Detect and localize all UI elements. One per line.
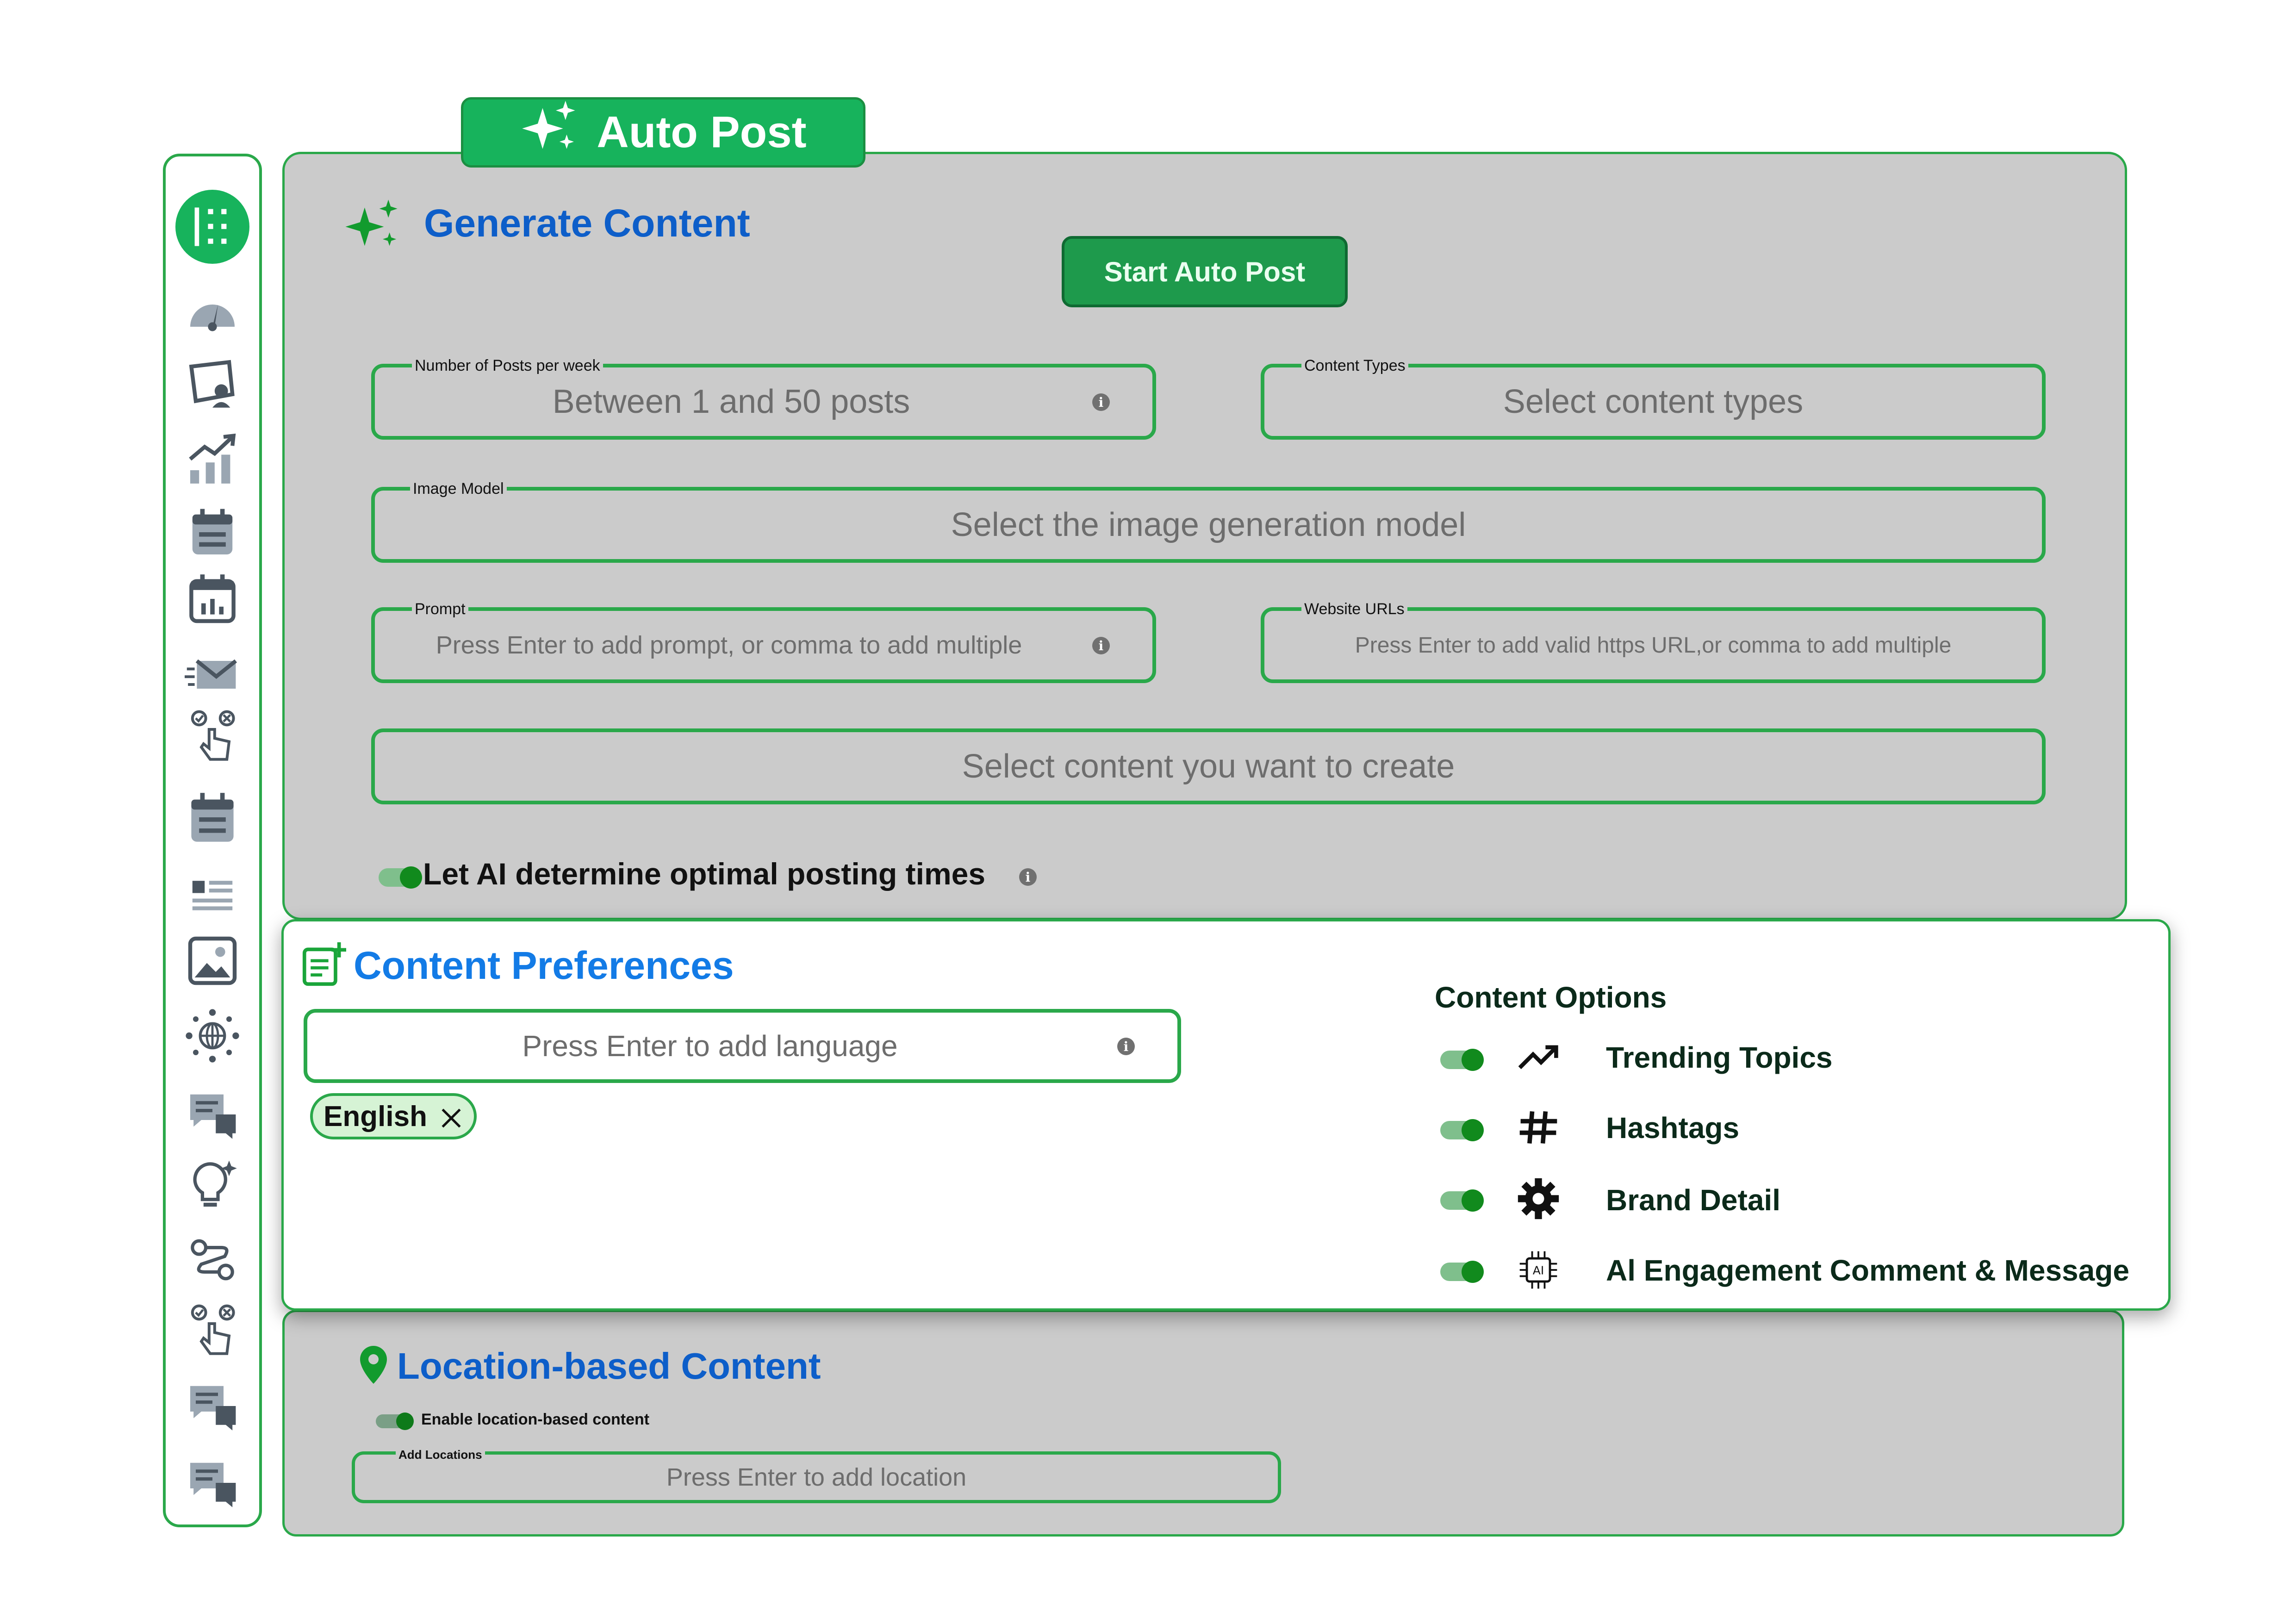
add-locations-field[interactable]: Add Locations Press Enter to add locatio… xyxy=(352,1446,1281,1503)
location-pin-icon xyxy=(357,1344,390,1386)
chat-icon[interactable] xyxy=(185,1455,240,1511)
website-urls-field[interactable]: Website URLs Press Enter to add valid ht… xyxy=(1261,601,2046,683)
ai-engagement-toggle[interactable] xyxy=(1440,1261,1484,1283)
generate-content-title: Generate Content xyxy=(424,201,750,245)
trending-up-icon xyxy=(1516,1035,1561,1079)
email-send-icon[interactable] xyxy=(185,644,240,700)
touch-select-icon[interactable] xyxy=(185,1301,240,1357)
content-types-select[interactable]: Select content types xyxy=(1264,367,2042,436)
svg-text:AI: AI xyxy=(1533,1264,1544,1277)
prompt-input[interactable]: Press Enter to add prompt, or comma to a… xyxy=(375,611,1083,679)
location-content-title: Location-based Content xyxy=(397,1345,821,1387)
sidebar xyxy=(163,154,262,1527)
chat-icon[interactable] xyxy=(185,1378,240,1434)
prompt-field[interactable]: Prompt Press Enter to add prompt, or com… xyxy=(371,601,1156,683)
ai-chip-icon: AI xyxy=(1516,1248,1561,1292)
start-auto-post-button[interactable]: Start Auto Post xyxy=(1062,236,1348,307)
hashtags-toggle[interactable] xyxy=(1440,1119,1484,1141)
image-edit-icon[interactable] xyxy=(185,933,240,989)
auto-post-tab[interactable]: Auto Post xyxy=(461,97,865,168)
add-locations-input[interactable]: Press Enter to add location xyxy=(355,1455,1278,1500)
content-select-dropdown[interactable]: Select content you want to create xyxy=(375,732,2042,801)
location-enable-label: Enable location-based content xyxy=(421,1411,650,1428)
posts-per-week-field[interactable]: Number of Posts per week Between 1 and 5… xyxy=(371,357,1156,440)
language-field[interactable]: Press Enter to add language i xyxy=(304,1009,1181,1083)
lightbulb-icon[interactable] xyxy=(185,1156,240,1212)
ai-engagement-label: Al Engagement Comment & Message xyxy=(1606,1254,2129,1287)
auto-post-tab-label: Auto Post xyxy=(597,107,807,157)
hashtag-icon xyxy=(1516,1105,1561,1150)
language-input[interactable]: Press Enter to add language xyxy=(307,1013,1113,1079)
network-globe-icon[interactable] xyxy=(185,1008,240,1064)
grid-logo-icon[interactable] xyxy=(175,190,249,264)
image-model-select[interactable]: Select the image generation model xyxy=(375,491,2042,559)
content-select-field[interactable]: Select content you want to create xyxy=(371,728,2046,804)
calendar-notes-icon[interactable] xyxy=(185,790,240,845)
posts-per-week-input[interactable]: Between 1 and 50 posts xyxy=(375,367,1088,436)
optimal-times-toggle[interactable] xyxy=(379,866,422,889)
sparkles-icon xyxy=(520,97,580,168)
optimal-times-label: Let AI determine optimal posting times xyxy=(423,857,986,891)
calendar-icon[interactable] xyxy=(185,571,240,627)
trending-topics-toggle[interactable] xyxy=(1440,1049,1484,1071)
sparkles-icon xyxy=(344,196,401,253)
analytics-chart-icon[interactable] xyxy=(185,431,240,487)
workflow-icon[interactable] xyxy=(185,1232,240,1288)
trending-topics-label: Trending Topics xyxy=(1606,1041,1833,1074)
hashtags-label: Hashtags xyxy=(1606,1111,1740,1145)
content-types-field[interactable]: Content Types Select content types xyxy=(1261,357,2046,440)
close-icon[interactable] xyxy=(439,1104,463,1128)
touch-select-icon[interactable] xyxy=(185,707,240,763)
info-icon[interactable]: i xyxy=(1117,1038,1135,1055)
info-icon[interactable]: i xyxy=(1092,637,1110,654)
media-user-icon[interactable] xyxy=(185,355,240,411)
image-model-field[interactable]: Image Model Select the image generation … xyxy=(371,480,2046,563)
list-icon[interactable] xyxy=(185,866,240,922)
content-preferences-title: Content Preferences xyxy=(354,944,734,987)
language-chip: English xyxy=(310,1093,477,1139)
calendar-list-icon[interactable] xyxy=(185,504,240,560)
content-options-title: Content Options xyxy=(1435,981,1667,1014)
language-chip-label: English xyxy=(324,1100,427,1132)
brand-detail-toggle[interactable] xyxy=(1440,1189,1484,1212)
gear-icon xyxy=(1516,1176,1561,1221)
chat-icon[interactable] xyxy=(185,1087,240,1142)
info-icon[interactable]: i xyxy=(1092,393,1110,411)
brand-detail-label: Brand Detail xyxy=(1606,1183,1780,1217)
info-icon[interactable]: i xyxy=(1019,868,1037,886)
dashboard-gauge-icon[interactable] xyxy=(185,282,240,338)
website-urls-input[interactable]: Press Enter to add valid https URL,or co… xyxy=(1264,611,2042,679)
note-add-icon xyxy=(302,942,347,987)
location-enable-toggle[interactable] xyxy=(376,1412,414,1430)
